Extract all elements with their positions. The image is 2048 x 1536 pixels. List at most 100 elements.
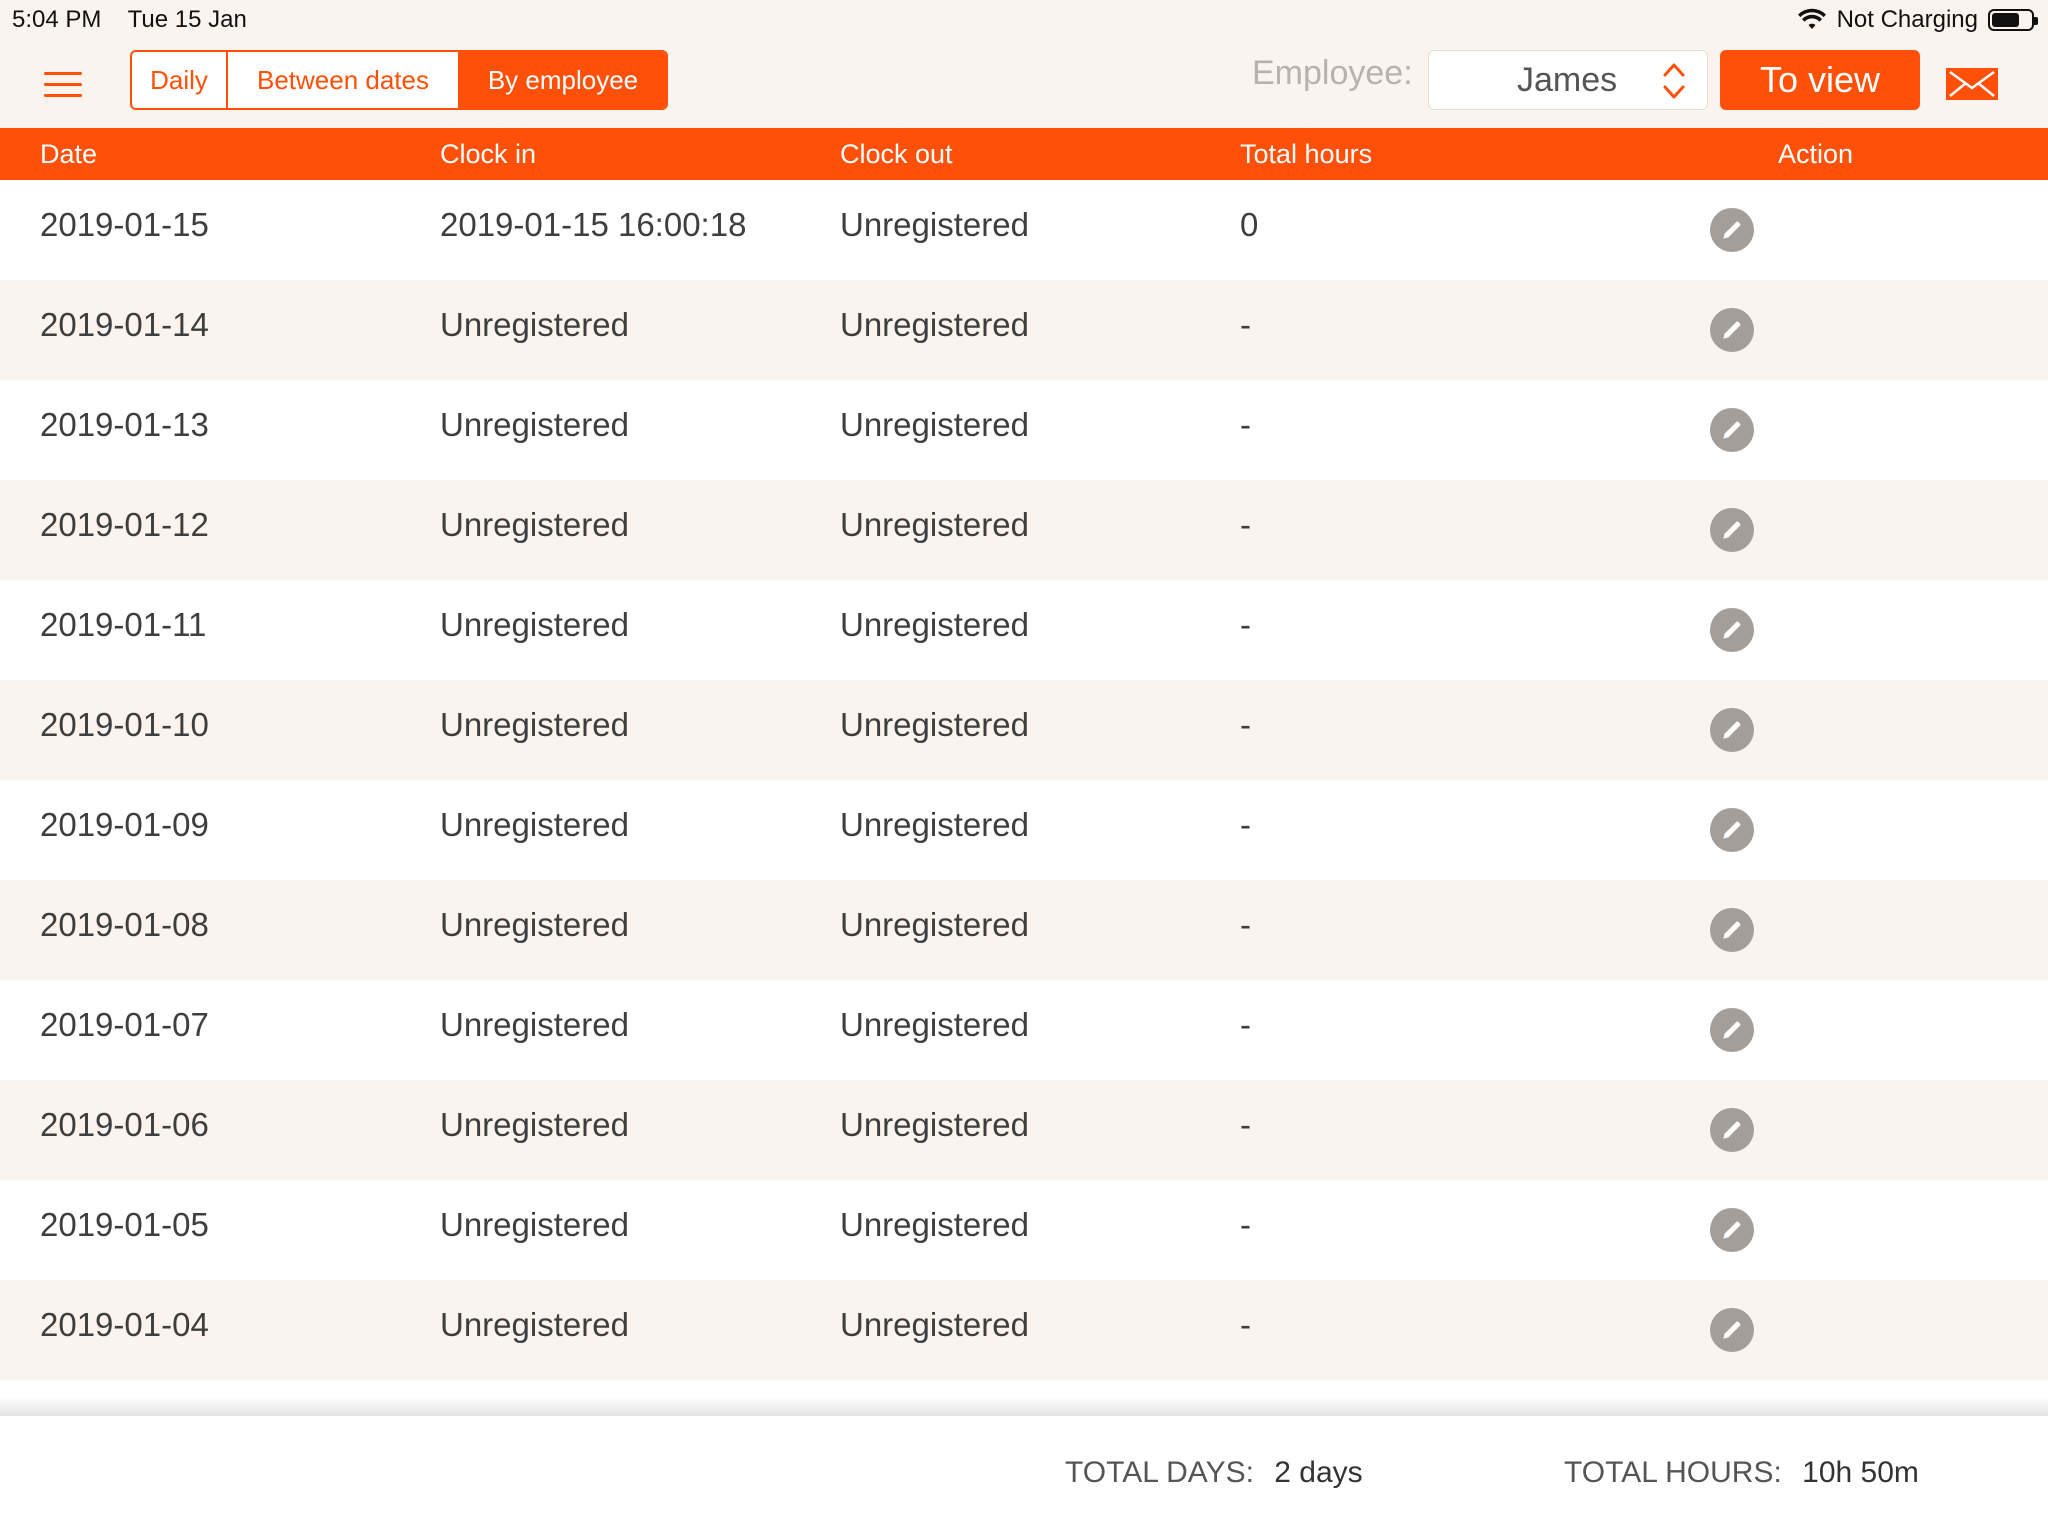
total-days: TOTAL DAYS: 2 days xyxy=(1065,1456,1363,1490)
cell-clock-out: Unregistered xyxy=(840,606,1029,643)
edit-icon[interactable] xyxy=(1710,608,1754,652)
cell-date: 2019-01-08 xyxy=(40,906,209,943)
total-hours-value: 10h 50m xyxy=(1802,1456,1919,1489)
header-date: Date xyxy=(40,139,98,169)
cell-clock-in: Unregistered xyxy=(440,306,629,343)
cell-total-hours: - xyxy=(1240,406,1251,443)
cell-clock-out: Unregistered xyxy=(840,306,1029,343)
segment-daily[interactable]: Daily xyxy=(132,52,228,108)
edit-icon[interactable] xyxy=(1710,408,1754,452)
totals-footer: TOTAL DAYS: 2 days TOTAL HOURS: 10h 50m xyxy=(0,1416,2048,1536)
cell-clock-in: Unregistered xyxy=(440,1106,629,1143)
cell-clock-out: Unregistered xyxy=(840,906,1029,943)
cell-date: 2019-01-05 xyxy=(40,1206,209,1243)
employee-label: Employee: xyxy=(1252,54,1413,92)
status-date: Tue 15 Jan xyxy=(127,6,247,33)
employee-picker-value: James xyxy=(1517,61,1618,99)
status-time: 5:04 PM xyxy=(12,6,102,33)
app-window: 5:04 PM Tue 15 Jan Not Charging Daily Be… xyxy=(0,0,2048,1536)
cell-clock-out: Unregistered xyxy=(840,206,1029,243)
total-days-value: 2 days xyxy=(1274,1456,1363,1489)
cell-clock-in: Unregistered xyxy=(440,706,629,743)
cell-clock-in: Unregistered xyxy=(440,1006,629,1043)
cell-total-hours: - xyxy=(1240,306,1251,343)
edit-icon[interactable] xyxy=(1710,1208,1754,1252)
battery-level xyxy=(1992,13,2020,27)
status-bar: 5:04 PM Tue 15 Jan Not Charging xyxy=(0,0,2048,40)
cell-date: 2019-01-14 xyxy=(40,306,209,343)
cell-total-hours: - xyxy=(1240,1206,1251,1243)
total-hours-label: TOTAL HOURS: xyxy=(1564,1456,1782,1489)
table-row: 2019-01-09 Unregistered Unregistered - xyxy=(0,780,2048,880)
segment-by-employee[interactable]: By employee xyxy=(460,52,666,108)
cell-date: 2019-01-07 xyxy=(40,1006,209,1043)
wifi-icon xyxy=(1797,8,1826,29)
total-days-label: TOTAL DAYS: xyxy=(1065,1456,1254,1489)
header-clock-in: Clock in xyxy=(440,139,537,169)
table-row: 2019-01-11 Unregistered Unregistered - xyxy=(0,580,2048,680)
cell-clock-in: Unregistered xyxy=(440,806,629,843)
cell-total-hours: - xyxy=(1240,906,1251,943)
view-mode-segmented-control: Daily Between dates By employee xyxy=(130,50,668,110)
table-row: 2019-01-05 Unregistered Unregistered - xyxy=(0,1180,2048,1280)
table-row: 2019-01-06 Unregistered Unregistered - xyxy=(0,1080,2048,1180)
edit-icon[interactable] xyxy=(1710,808,1754,852)
total-hours: TOTAL HOURS: 10h 50m xyxy=(1564,1456,1919,1490)
cell-clock-out: Unregistered xyxy=(840,1306,1029,1343)
cell-clock-out: Unregistered xyxy=(840,806,1029,843)
cell-date: 2019-01-06 xyxy=(40,1106,209,1143)
cell-clock-in: Unregistered xyxy=(440,1306,629,1343)
cell-total-hours: 0 xyxy=(1240,206,1259,243)
table-row: 2019-01-08 Unregistered Unregistered - xyxy=(0,880,2048,980)
mail-icon[interactable] xyxy=(1946,68,1998,100)
cell-clock-out: Unregistered xyxy=(840,1006,1029,1043)
cell-clock-in: Unregistered xyxy=(440,406,629,443)
cell-clock-in: Unregistered xyxy=(440,606,629,643)
edit-icon[interactable] xyxy=(1710,908,1754,952)
cell-total-hours: - xyxy=(1240,806,1251,843)
cell-date: 2019-01-04 xyxy=(40,1306,209,1343)
table-row: 2019-01-15 2019-01-15 16:00:18 Unregistere… xyxy=(0,180,2048,280)
cell-total-hours: - xyxy=(1240,1006,1251,1043)
cell-clock-out: Unregistered xyxy=(840,406,1029,443)
cell-date: 2019-01-15 xyxy=(40,206,209,243)
toolbar: Daily Between dates By employee Employee… xyxy=(0,40,2048,128)
cell-total-hours: - xyxy=(1240,1106,1251,1143)
edit-icon[interactable] xyxy=(1710,508,1754,552)
table-row: 2019-01-04 Unregistered Unregistered - xyxy=(0,1280,2048,1380)
header-action: Action xyxy=(1778,139,1854,169)
edit-icon[interactable] xyxy=(1710,308,1754,352)
menu-icon[interactable] xyxy=(44,72,82,98)
battery-icon xyxy=(1988,9,2038,31)
edit-icon[interactable] xyxy=(1710,1308,1754,1352)
table-row: 2019-01-13 Unregistered Unregistered - xyxy=(0,380,2048,480)
segment-between-dates[interactable]: Between dates xyxy=(228,52,460,108)
table-row: 2019-01-12 Unregistered Unregistered - xyxy=(0,480,2048,580)
cell-date: 2019-01-11 xyxy=(40,606,207,643)
employee-picker[interactable]: James xyxy=(1428,50,1708,110)
stepper-icon xyxy=(1663,63,1685,99)
cell-clock-in: Unregistered xyxy=(440,1206,629,1243)
cell-total-hours: - xyxy=(1240,506,1251,543)
table-row: 2019-01-10 Unregistered Unregistered - xyxy=(0,680,2048,780)
scroll-fade xyxy=(0,1396,2048,1416)
table-row: 2019-01-14 Unregistered Unregistered - xyxy=(0,280,2048,380)
cell-clock-out: Unregistered xyxy=(840,1106,1029,1143)
edit-icon[interactable] xyxy=(1710,208,1754,252)
cell-date: 2019-01-09 xyxy=(40,806,209,843)
cell-total-hours: - xyxy=(1240,1306,1251,1343)
edit-icon[interactable] xyxy=(1710,1008,1754,1052)
cell-date: 2019-01-10 xyxy=(40,706,209,743)
cell-clock-out: Unregistered xyxy=(840,706,1029,743)
cell-clock-in: Unregistered xyxy=(440,506,629,543)
to-view-button[interactable]: To view xyxy=(1720,50,1920,110)
edit-icon[interactable] xyxy=(1710,708,1754,752)
edit-icon[interactable] xyxy=(1710,1108,1754,1152)
table-row: 2019-01-07 Unregistered Unregistered - xyxy=(0,980,2048,1080)
header-total-hours: Total hours xyxy=(1240,139,1373,169)
cell-date: 2019-01-13 xyxy=(40,406,209,443)
table-header: Date Clock in Clock out Total hours Acti… xyxy=(0,128,2048,180)
table-body[interactable]: 2019-01-15 2019-01-15 16:00:18 Unregistere… xyxy=(0,180,2048,1416)
cell-clock-in: 2019-01-15 16:00:18 xyxy=(440,206,747,243)
header-clock-out: Clock out xyxy=(840,139,953,169)
